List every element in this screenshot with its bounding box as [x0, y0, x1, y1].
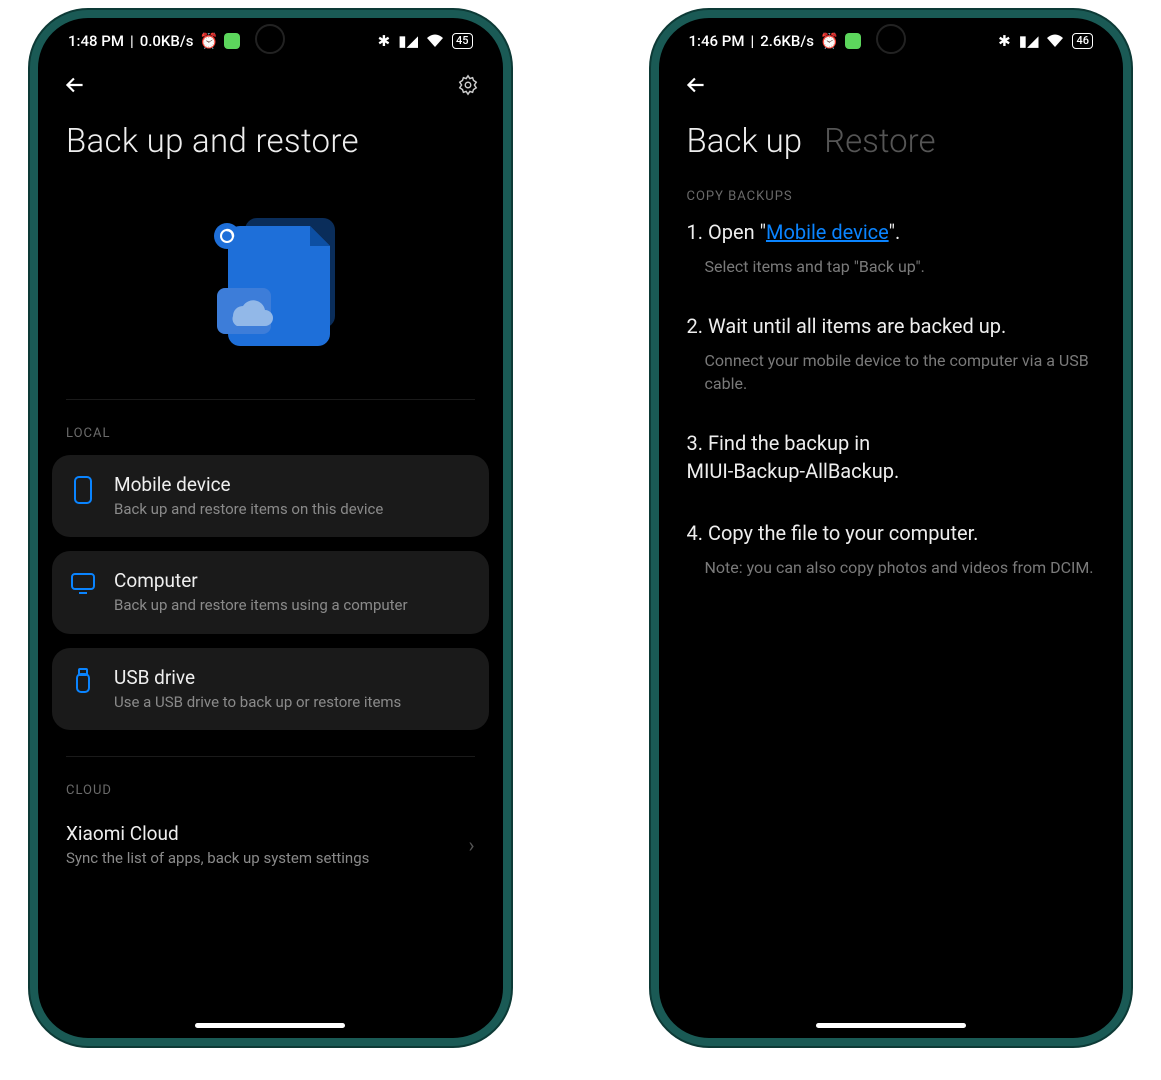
- status-time: 1:46 PM: [689, 32, 745, 50]
- section-local-label: LOCAL: [38, 400, 503, 455]
- signal-icon: ▮◢: [1019, 32, 1039, 50]
- section-copy-backups-label: COPY BACKUPS: [659, 183, 1124, 218]
- card-title: Computer: [114, 569, 471, 592]
- app-header: [659, 56, 1124, 114]
- page-title: Back up and restore: [38, 114, 503, 181]
- status-net: 0.0KB/s: [140, 32, 194, 50]
- back-arrow-icon[interactable]: [683, 72, 709, 98]
- card-subtitle: Back up and restore items on this device: [114, 499, 471, 519]
- phone-left: 1:48 PM | 0.0KB/s ⏰ ✱ ▮◢ 45 Back up and …: [30, 10, 511, 1046]
- card-title: Mobile device: [114, 473, 471, 496]
- option-mobile-device[interactable]: Mobile device Back up and restore items …: [52, 455, 489, 537]
- chevron-right-icon: ›: [468, 833, 474, 857]
- tab-restore[interactable]: Restore: [824, 122, 935, 161]
- step-text: 4. Copy the file to your computer.: [687, 519, 1096, 547]
- step-1: 1. Open "Mobile device". Select items an…: [687, 218, 1096, 278]
- alarm-icon: ⏰: [199, 32, 218, 50]
- app-header: [38, 56, 503, 114]
- step-4: 4. Copy the file to your computer. Note:…: [687, 519, 1096, 579]
- camera-notch: [255, 24, 285, 54]
- mobile-device-link[interactable]: Mobile device: [766, 220, 889, 244]
- settings-gear-icon[interactable]: [457, 74, 479, 96]
- card-subtitle: Back up and restore items using a comput…: [114, 595, 471, 615]
- cloud-subtitle: Sync the list of apps, back up system se…: [66, 848, 468, 868]
- bluetooth-icon: ✱: [998, 32, 1011, 50]
- step-sub: Note: you can also copy photos and video…: [687, 557, 1096, 579]
- step-sub: Select items and tap "Back up".: [687, 256, 1096, 278]
- option-computer[interactable]: Computer Back up and restore items using…: [52, 551, 489, 633]
- phone-right: 1:46 PM | 2.6KB/s ⏰ ✱ ▮◢ 46 Back up Rest…: [651, 10, 1132, 1046]
- step-2: 2. Wait until all items are backed up. C…: [687, 312, 1096, 395]
- section-cloud-label: CLOUD: [38, 757, 503, 812]
- status-net: 2.6KB/s: [760, 32, 814, 50]
- signal-icon: ▮◢: [398, 32, 418, 50]
- usb-drive-icon: [70, 666, 96, 696]
- cloud-title: Xiaomi Cloud: [66, 822, 468, 845]
- wifi-icon: [1046, 34, 1064, 48]
- back-arrow-icon[interactable]: [62, 72, 88, 98]
- home-indicator[interactable]: [816, 1023, 966, 1028]
- camera-notch: [876, 24, 906, 54]
- step-text: 2. Wait until all items are backed up.: [687, 312, 1096, 340]
- app-indicator-icon: [224, 33, 240, 49]
- app-indicator-icon: [845, 33, 861, 49]
- wifi-icon: [426, 34, 444, 48]
- step-sub: Connect your mobile device to the comput…: [687, 350, 1096, 395]
- tab-backup[interactable]: Back up: [687, 122, 803, 161]
- step-text: 1. Open "Mobile device".: [687, 218, 1096, 246]
- step-3: 3. Find the backup in MIUI-Backup-AllBac…: [687, 429, 1096, 485]
- battery-icon: 45: [452, 33, 473, 49]
- hero-illustration: [38, 181, 503, 381]
- battery-icon: 46: [1072, 33, 1093, 49]
- card-subtitle: Use a USB drive to back up or restore it…: [114, 692, 471, 712]
- status-time: 1:48 PM: [68, 32, 124, 50]
- bluetooth-icon: ✱: [378, 32, 391, 50]
- step-text: 3. Find the backup in MIUI-Backup-AllBac…: [687, 429, 1096, 485]
- card-title: USB drive: [114, 666, 471, 689]
- option-xiaomi-cloud[interactable]: Xiaomi Cloud Sync the list of apps, back…: [38, 812, 503, 868]
- monitor-icon: [70, 569, 96, 595]
- tabs: Back up Restore: [659, 114, 1124, 183]
- home-indicator[interactable]: [195, 1023, 345, 1028]
- phone-icon: [70, 473, 96, 505]
- alarm-icon: ⏰: [820, 32, 839, 50]
- option-usb-drive[interactable]: USB drive Use a USB drive to back up or …: [52, 648, 489, 730]
